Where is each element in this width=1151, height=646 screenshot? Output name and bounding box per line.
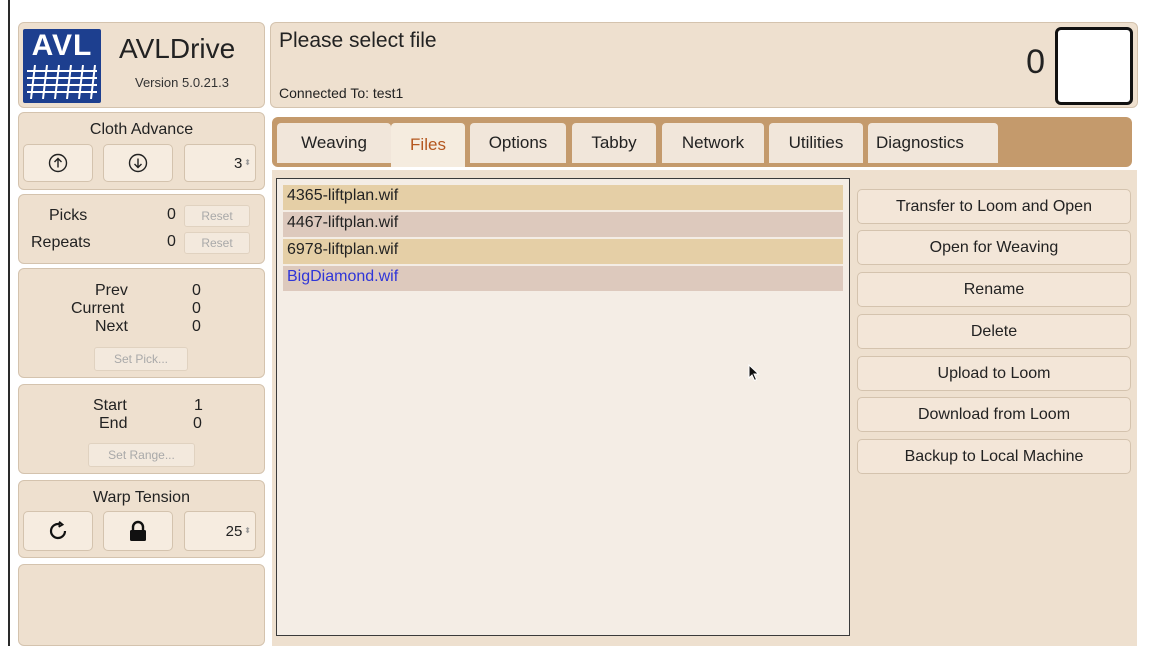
logo-panel: AVL AVLDrive Version 5.0.21.3 [18,22,265,108]
empty-left-panel [18,564,265,646]
range-panel: Start 1 End 0 Set Range... [18,384,265,474]
lock-icon [130,520,146,541]
pick-nav-panel: Prev 0 Current 0 Next 0 Set Pick... [18,268,265,378]
repeats-value: 0 [167,233,176,250]
picks-reset-button[interactable]: Reset [184,205,250,227]
cloth-advance-down-button[interactable] [103,144,173,182]
tab-network[interactable]: Network [662,123,764,163]
warp-tension-title: Warp Tension [93,489,190,506]
app-title: AVLDrive [119,33,236,64]
logo-weave-icon [27,65,97,99]
warp-tension-panel: Warp Tension 25 ⬍ [18,480,265,558]
list-item-selected[interactable]: BigDiamond.wif [283,266,843,291]
set-range-button[interactable]: Set Range... [88,443,195,467]
upload-to-loom-button[interactable]: Upload to Loom [857,356,1131,391]
avl-logo: AVL [23,29,101,103]
tab-bar: Weaving Files Options Tabby Network Util… [272,117,1132,167]
header-counter: 0 [1026,43,1045,81]
file-list[interactable]: 4365-liftplan.wif 4467-liftplan.wif 6978… [276,178,850,636]
backup-to-local-machine-button[interactable]: Backup to Local Machine [857,439,1131,474]
prev-label: Prev [95,282,128,299]
page-title: Please select file [279,29,437,52]
start-value: 1 [194,397,203,414]
cloth-advance-title: Cloth Advance [89,121,194,138]
rename-button[interactable]: Rename [857,272,1131,307]
tab-tabby[interactable]: Tabby [572,123,656,163]
cloth-advance-value: 3 [233,154,243,172]
list-item[interactable]: 6978-liftplan.wif [283,239,843,264]
start-label: Start [93,397,127,414]
prev-value: 0 [192,282,201,299]
window-edge [8,0,10,646]
cloth-advance-up-button[interactable] [23,144,93,182]
spinner-arrows-icon[interactable]: ⬍ [244,527,251,535]
list-item[interactable]: 4365-liftplan.wif [283,185,843,210]
warp-tension-input[interactable]: 25 ⬍ [184,511,256,551]
repeats-reset-button[interactable]: Reset [184,232,250,254]
end-label: End [99,415,128,432]
next-label: Next [95,318,128,335]
arrow-down-circle-icon [128,153,148,173]
tab-weaving[interactable]: Weaving [277,123,391,163]
repeats-label: Repeats [31,234,91,251]
counters-panel: Picks 0 Reset Repeats 0 Reset [18,194,265,264]
tab-options[interactable]: Options [470,123,566,163]
list-item[interactable]: 4467-liftplan.wif [283,212,843,237]
tab-files[interactable]: Files [391,123,465,167]
current-label: Current [71,300,125,317]
set-pick-button[interactable]: Set Pick... [94,347,188,371]
cloth-advance-panel: Cloth Advance 3 ⬍ [18,112,265,190]
current-value: 0 [192,300,201,317]
connection-status: Connected To: test1 [279,85,404,101]
arrow-up-circle-icon [48,153,68,173]
header-panel: Please select file Connected To: test1 0 [270,22,1138,108]
tab-diagnostics[interactable]: Diagnostics [868,123,998,163]
picks-value: 0 [167,206,176,223]
warp-tension-value: 25 [225,522,243,540]
refresh-icon [49,521,67,540]
warp-tension-refresh-button[interactable] [23,511,93,551]
app-version: Version 5.0.21.3 [135,75,229,90]
spinner-arrows-icon[interactable]: ⬍ [244,159,251,167]
tab-utilities[interactable]: Utilities [769,123,863,163]
mouse-cursor-icon [748,364,760,382]
download-from-loom-button[interactable]: Download from Loom [857,397,1131,432]
picks-label: Picks [49,207,88,224]
transfer-to-loom-and-open-button[interactable]: Transfer to Loom and Open [857,189,1131,224]
cloth-advance-input[interactable]: 3 ⬍ [184,144,256,182]
warp-tension-lock-button[interactable] [103,511,173,551]
next-value: 0 [192,318,201,335]
logo-text: AVL [31,29,93,62]
open-for-weaving-button[interactable]: Open for Weaving [857,230,1131,265]
status-indicator-box [1055,27,1133,105]
delete-button[interactable]: Delete [857,314,1131,349]
end-value: 0 [193,415,202,432]
